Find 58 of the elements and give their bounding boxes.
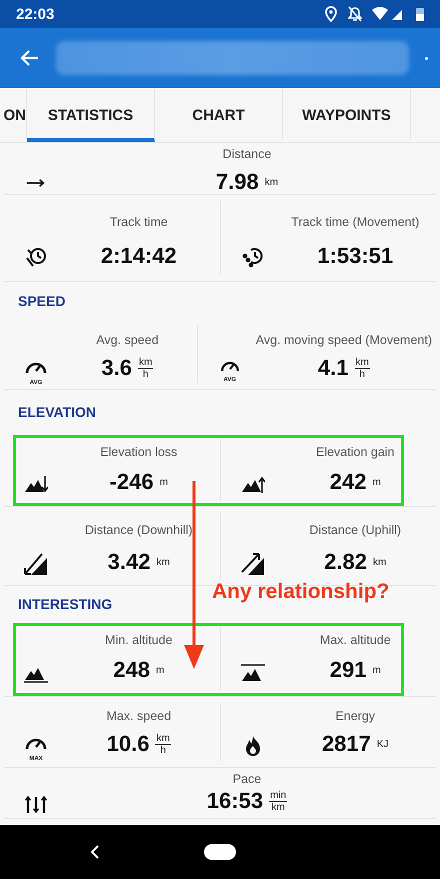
battery-icon [416, 7, 424, 21]
nav-back-icon[interactable] [90, 845, 100, 859]
stat-label: Distance [222, 147, 272, 161]
unit-fraction: km h [155, 732, 171, 756]
stat-label: Max. altitude [320, 633, 391, 647]
bell-off-icon [348, 6, 362, 22]
stat-value: 3.42 [108, 549, 150, 575]
stat-label: Elevation gain [316, 445, 395, 459]
stat-label: Energy [335, 709, 376, 723]
unit-fraction: km h [354, 356, 370, 380]
stat-label: Avg. moving speed (Movement) [256, 333, 432, 347]
stat-label: Pace [232, 772, 262, 786]
stat-value: 1:53:51 [317, 243, 394, 269]
stat-label: Track time [110, 215, 168, 229]
stat-value: 2.82 [324, 549, 367, 575]
home-button[interactable] [204, 844, 236, 860]
section-title: ELEVATION [18, 404, 96, 420]
unit-label: KJ [376, 738, 389, 750]
unit-label: km [372, 556, 386, 568]
stat-value: 2:14:42 [100, 243, 177, 269]
stopwatch-icon [240, 246, 264, 270]
back-icon[interactable] [20, 48, 40, 68]
stat-label: Elevation loss [100, 445, 178, 459]
stat-label: Max. speed [106, 709, 172, 723]
stat-label: Track time (Movement) [291, 215, 420, 229]
unit-fraction: km h [138, 356, 154, 380]
section-title: SPEED [18, 292, 66, 308]
stat-value: 2817 [322, 731, 371, 757]
stat-label: Min. altitude [105, 633, 172, 647]
unit-label: km [156, 556, 170, 568]
slope-icon [240, 552, 264, 576]
tab[interactable]: CHART [155, 88, 283, 142]
stat-label: Distance (Downhill) [84, 523, 193, 537]
annotation-text: Any relationship? [212, 580, 390, 604]
status-time: 22:03 [16, 6, 56, 22]
stat-value: 10.6 [106, 731, 150, 757]
unit-label: m [372, 664, 381, 676]
unit-label: m [160, 476, 168, 488]
unit-label: km [264, 176, 278, 188]
slope-icon [24, 552, 48, 576]
tab[interactable]: WAYPOINTS [283, 88, 411, 142]
tab[interactable]: STATISTICS [27, 88, 155, 142]
menu-dot-icon[interactable] [425, 56, 428, 60]
stat-label: Avg. speed [96, 333, 159, 347]
stat-value: 248 [113, 657, 150, 683]
stat-value: 7.98 [216, 169, 259, 195]
unit-fraction: min km [269, 790, 288, 812]
unit-label: m [372, 476, 381, 488]
stat-value: 16:53 [206, 788, 264, 814]
location-icon [324, 6, 338, 22]
stat-value: -246 [110, 469, 154, 495]
unit-label: m [156, 664, 164, 676]
stat-value: 3.6 [101, 355, 132, 381]
stat-value: 242 [330, 469, 366, 495]
stat-value: 291 [330, 657, 366, 683]
section-title: INTERESTING [18, 596, 112, 612]
stat-value: 4.1 [318, 355, 348, 381]
stat-label: Distance (Uphill) [309, 523, 402, 537]
